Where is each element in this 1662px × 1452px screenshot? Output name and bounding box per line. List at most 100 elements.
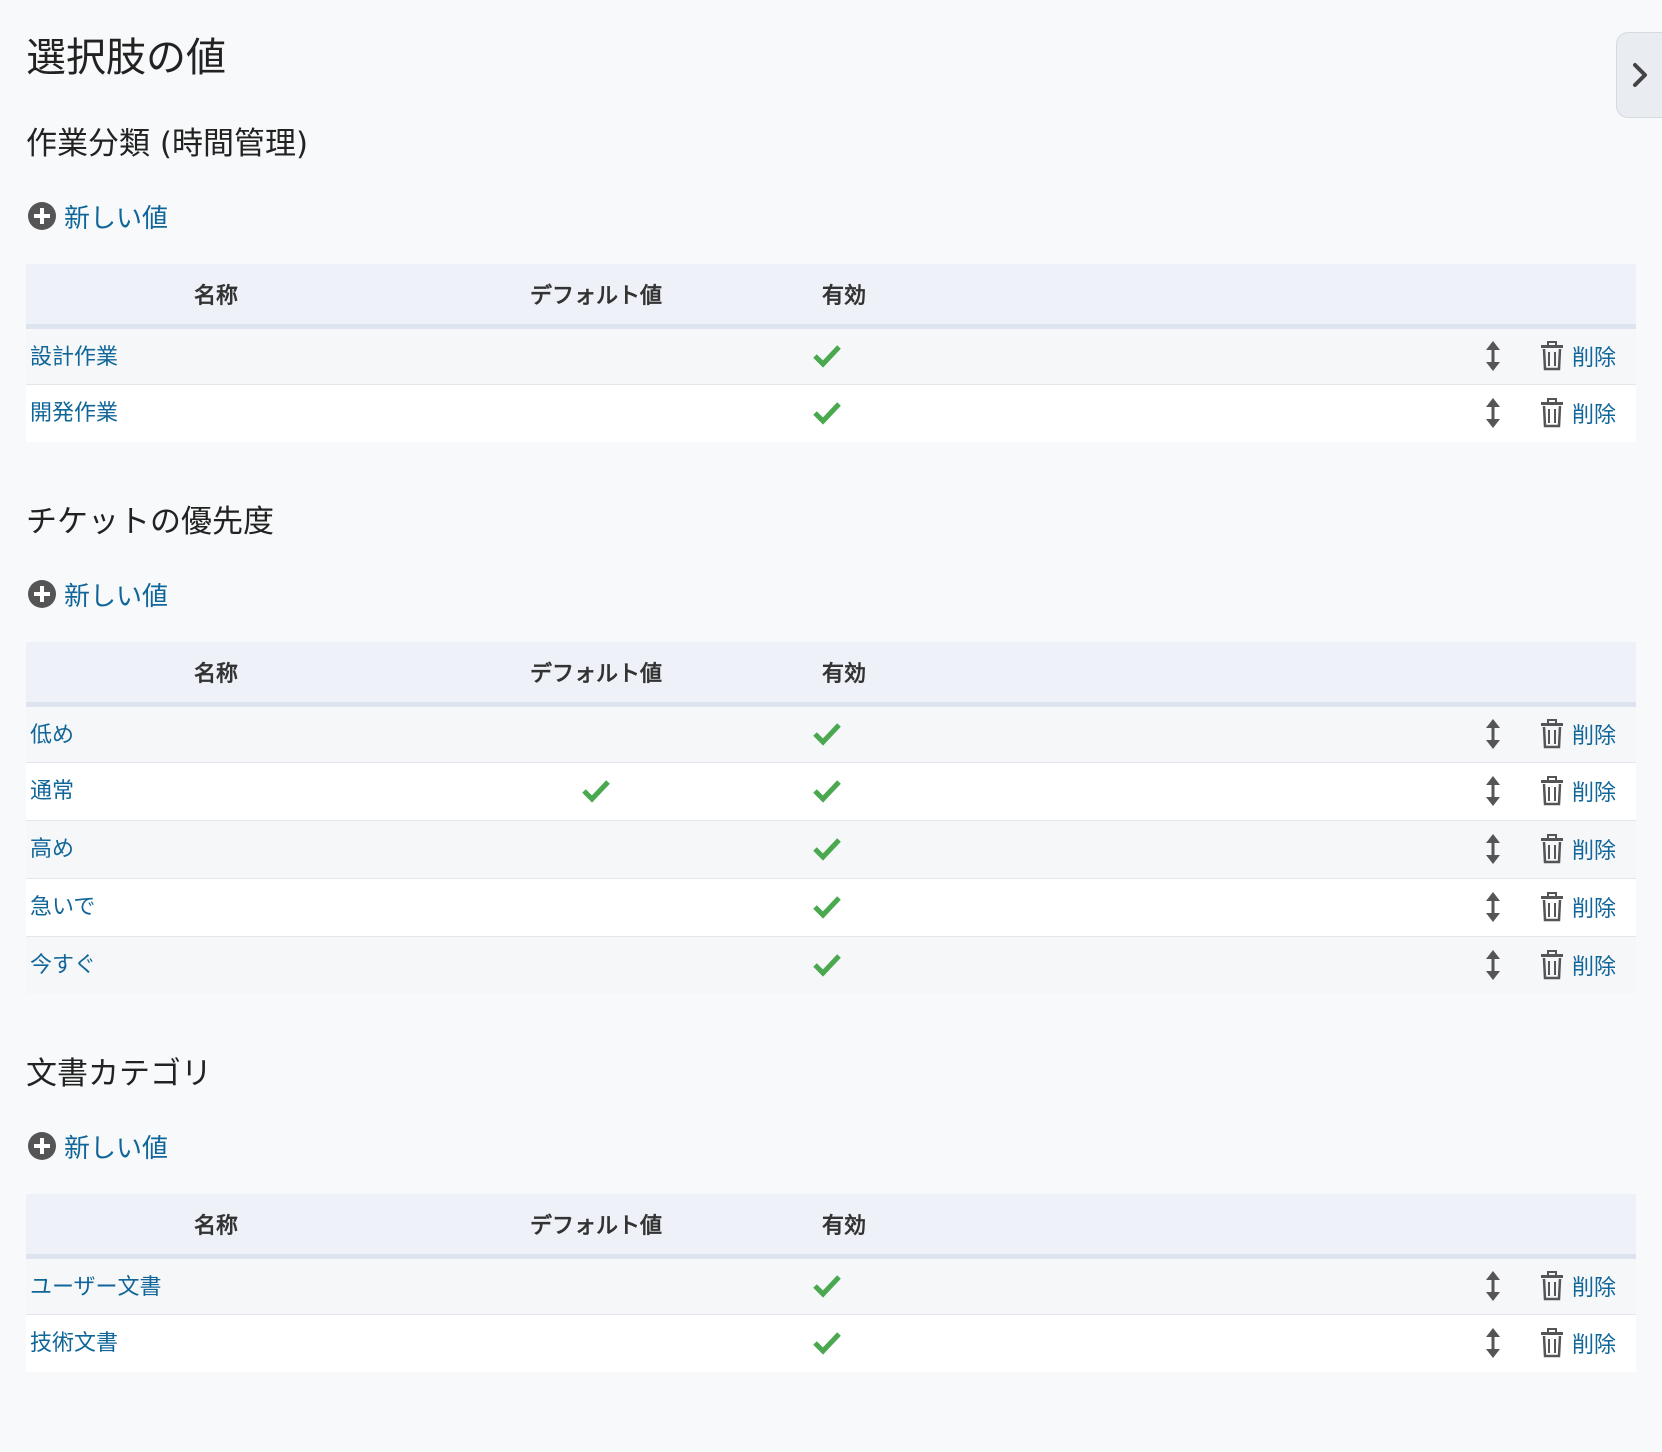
enumeration-table: 名称 デフォルト値 有効 低め 削除 通常 削除 高め 削除 急いで 削除 今す… [26, 642, 1636, 994]
delete-link[interactable]: 削除 [1540, 775, 1616, 807]
enumerations-list: 作業分類 (時間管理) 新しい値 名称 デフォルト値 有効 設計作業 削除 開発… [26, 120, 1636, 1372]
section-title: 作業分類 (時間管理) [26, 126, 309, 162]
sidebar-toggle-button[interactable] [1616, 32, 1662, 118]
checkmark-icon [813, 723, 841, 746]
active-cell [786, 326, 1166, 384]
name-cell: 急いで [26, 877, 406, 936]
up-down-arrow-icon[interactable] [1483, 948, 1503, 982]
table-row: 通常 削除 [26, 761, 1636, 820]
value-name-link[interactable]: 技術文書 [30, 1331, 118, 1356]
column-header-actions [1166, 264, 1636, 329]
trash-icon [1540, 892, 1563, 922]
up-down-arrow-icon[interactable] [1483, 774, 1503, 808]
delete-link[interactable]: 削除 [1540, 891, 1616, 923]
up-down-arrow-icon[interactable] [1483, 890, 1503, 924]
default-cell [406, 819, 786, 878]
table-row: 開発作業 削除 [26, 383, 1636, 442]
active-cell [786, 819, 1166, 878]
table-row: 今すぐ 削除 [26, 935, 1636, 994]
enumeration-section: チケットの優先度 新しい値 名称 デフォルト値 有効 低め 削除 通常 削除 高… [26, 498, 1636, 994]
trash-icon [1540, 776, 1563, 806]
value-name-link[interactable]: ユーザー文書 [30, 1275, 162, 1300]
default-cell [406, 704, 786, 762]
actions-cell: 削除 [1166, 1256, 1636, 1314]
name-cell: 今すぐ [26, 935, 406, 994]
content: 選択肢の値 作業分類 (時間管理) 新しい値 名称 デフォルト値 有効 設計作業 [0, 0, 1662, 1372]
section-title: 文書カテゴリ [26, 1056, 212, 1092]
column-header-default: デフォルト値 [406, 264, 786, 329]
value-name-link[interactable]: 今すぐ [30, 953, 96, 978]
value-name-link[interactable]: 設計作業 [30, 345, 118, 370]
table-header-row: 名称 デフォルト値 有効 [26, 642, 1636, 707]
value-name-link[interactable]: 急いで [30, 895, 95, 920]
table-row: ユーザー文書 削除 [26, 1256, 1636, 1314]
actions-cell: 削除 [1166, 761, 1636, 820]
checkmark-icon [813, 402, 841, 425]
table-row: 高め 削除 [26, 819, 1636, 878]
trash-icon [1540, 341, 1563, 371]
new-value-link[interactable]: 新しい値 [28, 572, 168, 616]
checkmark-icon [813, 780, 841, 803]
checkmark-icon [813, 345, 841, 368]
column-header-name: 名称 [26, 642, 406, 707]
active-cell [786, 383, 1166, 442]
up-down-arrow-icon[interactable] [1483, 832, 1503, 866]
up-down-arrow-icon[interactable] [1483, 1269, 1503, 1303]
name-cell: 低め [26, 704, 406, 762]
column-header-name: 名称 [26, 264, 406, 329]
delete-link[interactable]: 削除 [1540, 1270, 1616, 1302]
default-cell [406, 326, 786, 384]
trash-icon [1540, 719, 1563, 749]
table-header-row: 名称 デフォルト値 有効 [26, 1194, 1636, 1259]
actions-cell: 削除 [1166, 935, 1636, 994]
enumeration-section: 作業分類 (時間管理) 新しい値 名称 デフォルト値 有効 設計作業 削除 開発… [26, 120, 1636, 442]
actions-cell: 削除 [1166, 877, 1636, 936]
delete-link[interactable]: 削除 [1540, 833, 1616, 865]
column-header-default: デフォルト値 [406, 642, 786, 707]
value-name-link[interactable]: 通常 [30, 779, 74, 804]
checkmark-icon [813, 896, 841, 919]
up-down-arrow-icon[interactable] [1483, 339, 1503, 373]
new-value-link[interactable]: 新しい値 [28, 194, 168, 238]
name-cell: 技術文書 [26, 1313, 406, 1372]
value-name-link[interactable]: 低め [30, 723, 74, 748]
column-header-active: 有効 [786, 1194, 1166, 1259]
up-down-arrow-icon[interactable] [1483, 717, 1503, 751]
delete-link[interactable]: 削除 [1540, 718, 1616, 750]
enumeration-section: 文書カテゴリ 新しい値 名称 デフォルト値 有効 ユーザー文書 削除 技術文書 … [26, 1050, 1636, 1372]
chevron-right-icon [1632, 63, 1647, 87]
default-cell [406, 761, 786, 820]
up-down-arrow-icon[interactable] [1483, 1326, 1503, 1360]
actions-cell: 削除 [1166, 383, 1636, 442]
value-name-link[interactable]: 開発作業 [30, 401, 118, 426]
delete-link[interactable]: 削除 [1540, 340, 1616, 372]
column-header-actions [1166, 1194, 1636, 1259]
column-header-actions [1166, 642, 1636, 707]
column-header-active: 有効 [786, 642, 1166, 707]
checkmark-icon [582, 780, 610, 803]
default-cell [406, 935, 786, 994]
checkmark-icon [813, 954, 841, 977]
enumeration-table: 名称 デフォルト値 有効 ユーザー文書 削除 技術文書 削除 [26, 1194, 1636, 1372]
actions-cell: 削除 [1166, 1313, 1636, 1372]
new-value-link[interactable]: 新しい値 [28, 1124, 168, 1168]
value-name-link[interactable]: 高め [30, 837, 74, 862]
up-down-arrow-icon[interactable] [1483, 396, 1503, 430]
active-cell [786, 1313, 1166, 1372]
name-cell: ユーザー文書 [26, 1256, 406, 1314]
plus-circle-icon [28, 580, 56, 608]
table-header-row: 名称 デフォルト値 有効 [26, 264, 1636, 329]
table-row: 低め 削除 [26, 704, 1636, 762]
delete-label: 削除 [1571, 1333, 1616, 1359]
enumeration-table: 名称 デフォルト値 有効 設計作業 削除 開発作業 削除 [26, 264, 1636, 442]
delete-link[interactable]: 削除 [1540, 1327, 1616, 1359]
trash-icon [1540, 834, 1563, 864]
table-row: 急いで 削除 [26, 877, 1636, 936]
checkmark-icon [813, 838, 841, 861]
plus-circle-icon [28, 1132, 56, 1160]
active-cell [786, 1256, 1166, 1314]
delete-link[interactable]: 削除 [1540, 397, 1616, 429]
delete-link[interactable]: 削除 [1540, 949, 1616, 981]
name-cell: 開発作業 [26, 383, 406, 442]
new-value-label: 新しい値 [64, 581, 169, 612]
